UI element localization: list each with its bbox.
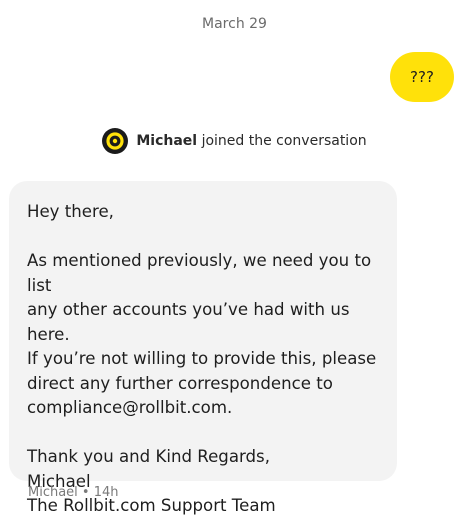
outgoing-message-bubble[interactable]: ???	[390, 52, 454, 102]
message-meta: Michael • 14h	[28, 485, 119, 500]
outgoing-message-text: ???	[410, 68, 434, 86]
agent-name: Michael	[136, 133, 198, 149]
message-body-line: compliance@rollbit.com.	[27, 398, 233, 417]
message-body-line: any other accounts you’ve had with us he…	[27, 300, 350, 344]
system-event-text: joined the conversation	[201, 133, 367, 149]
message-body-line: As mentioned previously, we need you to …	[27, 251, 372, 295]
date-divider: March 29	[202, 16, 267, 32]
message-body-line: If you’re not willing to provide this, p…	[27, 349, 377, 368]
message-greeting: Hey there,	[27, 202, 114, 221]
message-body-line: direct any further correspondence to	[27, 373, 333, 393]
message-signoff-line: Thank you and Kind Regards,	[27, 447, 270, 466]
incoming-message-bubble[interactable]: Hey there, As mentioned previously, we n…	[9, 181, 397, 515]
system-event-row: Michael joined the conversation	[0, 128, 469, 154]
agent-avatar-icon	[102, 128, 129, 154]
